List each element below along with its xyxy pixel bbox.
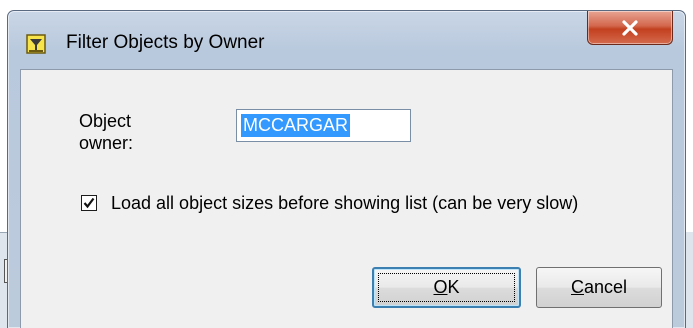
close-icon bbox=[622, 19, 638, 36]
load-sizes-option[interactable]: Load all object sizes before showing lis… bbox=[81, 191, 578, 215]
cancel-label: Cancel bbox=[570, 277, 628, 297]
load-sizes-label: Load all object sizes before showing lis… bbox=[111, 193, 579, 213]
object-owner-label: Object owner: bbox=[79, 111, 134, 153]
ok-button[interactable]: OK bbox=[372, 267, 521, 308]
dialog-title: Filter Objects by Owner bbox=[66, 32, 265, 53]
filter-dialog: Filter Objects by Owner Object owner: MC… bbox=[7, 10, 686, 328]
cancel-button[interactable]: Cancel bbox=[536, 267, 662, 308]
close-button[interactable] bbox=[587, 11, 673, 45]
checkmark-icon bbox=[83, 197, 95, 209]
load-sizes-checkbox[interactable] bbox=[81, 195, 97, 211]
dialog-titlebar[interactable]: Filter Objects by Owner bbox=[8, 11, 685, 69]
object-owner-value: MCCARGAR bbox=[241, 114, 351, 137]
filter-app-icon bbox=[26, 34, 46, 54]
focus-ring bbox=[378, 273, 515, 302]
screen: Filter Objects by Owner Object owner: MC… bbox=[0, 0, 693, 328]
dialog-client-area: Object owner: MCCARGAR Load all object s… bbox=[20, 69, 673, 328]
object-owner-input[interactable]: MCCARGAR bbox=[236, 109, 411, 142]
